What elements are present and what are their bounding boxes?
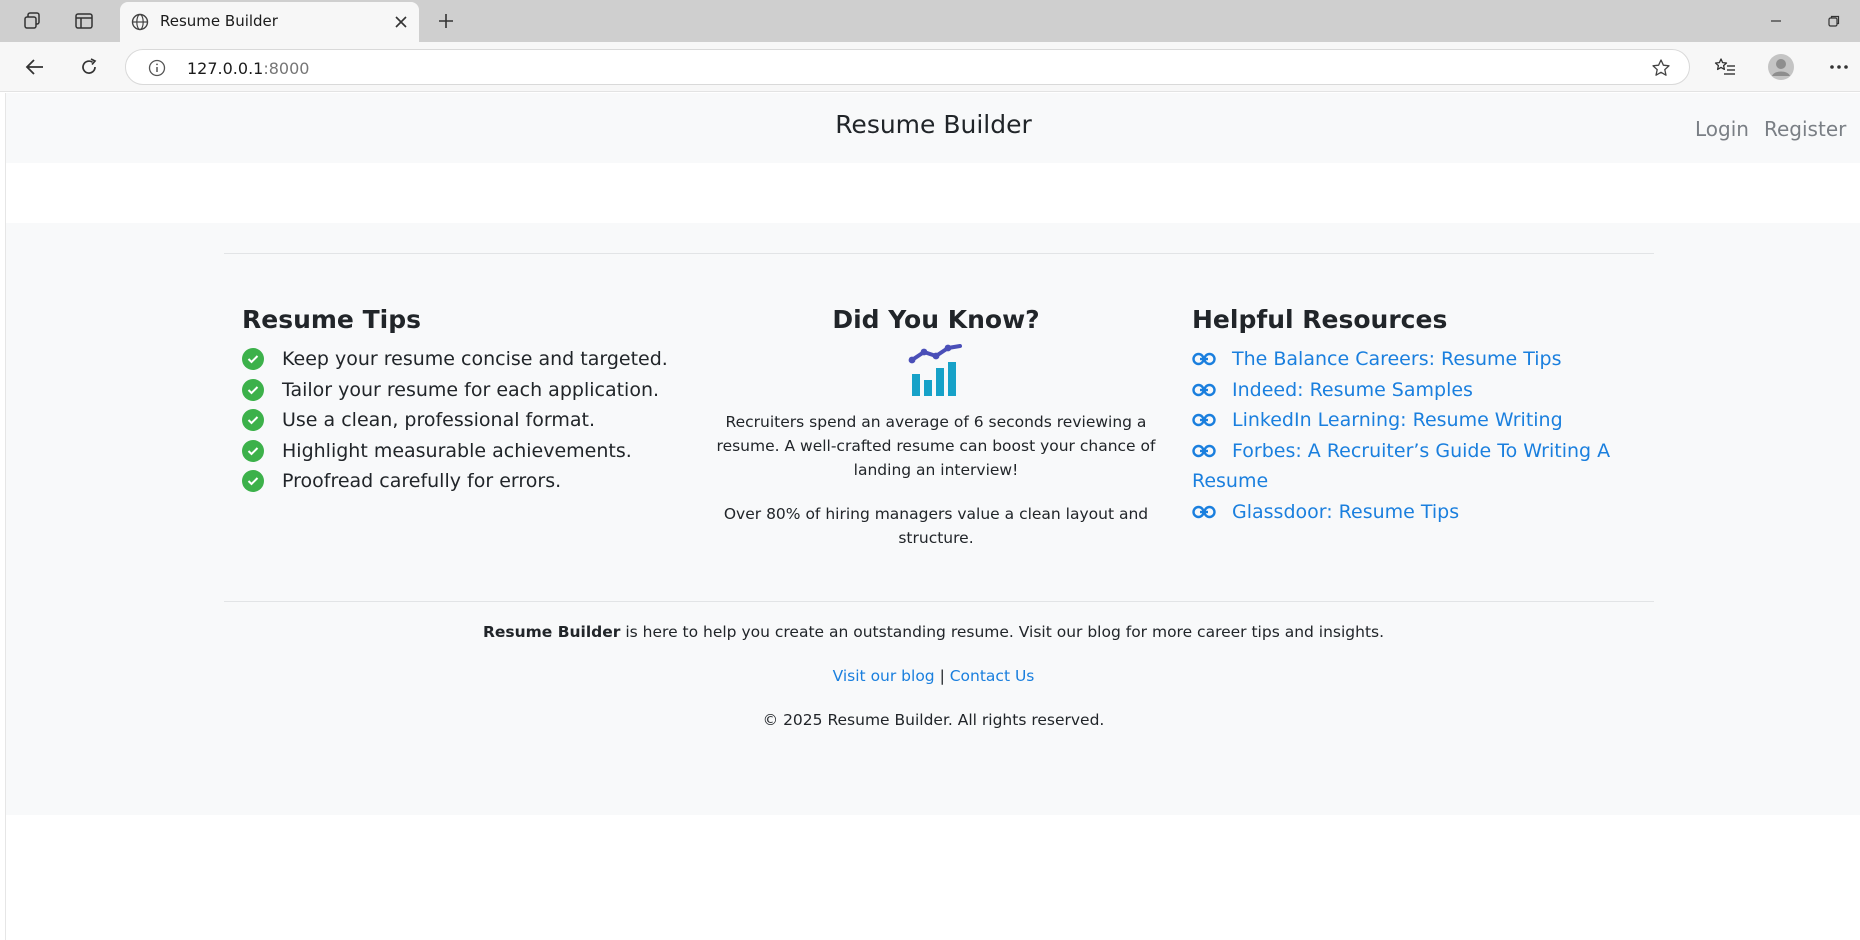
list-item: The Balance Careers: Resume Tips — [1192, 344, 1612, 375]
link-icon — [1192, 444, 1216, 457]
link-icon — [1192, 352, 1216, 366]
back-arrow-icon[interactable] — [20, 53, 50, 81]
site-brand[interactable]: Resume Builder — [835, 110, 1032, 139]
resource-link-label: LinkedIn Learning: Resume Writing — [1232, 409, 1563, 431]
did-you-know-title: Did You Know? — [832, 305, 1040, 334]
site-navbar: Resume Builder Login Register — [6, 93, 1860, 163]
resource-link-label: Glassdoor: Resume Tips — [1232, 500, 1460, 523]
profile-avatar-icon[interactable] — [1766, 53, 1796, 81]
list-item: Highlight measurable achievements. — [242, 436, 712, 467]
url-text[interactable]: 127.0.0.1:8000 — [187, 59, 309, 78]
minimize-icon[interactable] — [1756, 6, 1796, 36]
check-circle-icon — [242, 348, 264, 371]
favorite-star-icon[interactable] — [1649, 56, 1673, 80]
workspaces-icon[interactable] — [18, 8, 46, 34]
tab-title: Resume Builder — [160, 12, 278, 30]
list-item: Proofread carefully for errors. — [242, 466, 712, 497]
resource-link[interactable]: Indeed: Resume Samples — [1192, 379, 1473, 401]
more-options-icon[interactable] — [1824, 53, 1854, 81]
list-item: Forbes: A Recruiter’s Guide To Writing A… — [1192, 436, 1612, 497]
browser-tabstrip: Resume Builder — [0, 0, 1860, 42]
register-link[interactable]: Register — [1764, 117, 1846, 141]
resource-link[interactable]: The Balance Careers: Resume Tips — [1192, 348, 1562, 370]
list-item: Tailor your resume for each application. — [242, 375, 712, 406]
resource-link[interactable]: Glassdoor: Resume Tips — [1192, 501, 1459, 523]
tip-text: Keep your resume concise and targeted. — [282, 348, 668, 371]
resource-link-label: Indeed: Resume Samples — [1232, 378, 1473, 401]
tip-text: Highlight measurable achievements. — [282, 439, 632, 462]
resources-list: The Balance Careers: Resume Tips Indeed:… — [1192, 344, 1612, 527]
address-bar[interactable]: 127.0.0.1:8000 — [125, 49, 1690, 85]
site-info-icon[interactable] — [146, 57, 168, 79]
blog-link[interactable]: Visit our blog — [833, 667, 935, 685]
check-circle-icon — [242, 470, 264, 493]
tip-text: Use a clean, professional format. — [282, 409, 595, 432]
list-item: Use a clean, professional format. — [242, 405, 712, 436]
url-host: 127.0.0.1 — [187, 59, 264, 78]
tip-text: Tailor your resume for each application. — [282, 378, 660, 401]
footer-divider-top — [224, 253, 1654, 254]
tab-actions-icon[interactable] — [70, 8, 98, 34]
favorites-list-icon[interactable] — [1710, 53, 1740, 81]
did-you-know-section: Did You Know? Recruiters spend an averag… — [706, 305, 1166, 550]
resume-tips-title: Resume Tips — [242, 305, 421, 334]
footer-separator: | — [934, 667, 950, 685]
copyright-text: © 2025 Resume Builder. All rights reserv… — [762, 711, 1105, 729]
list-item: Glassdoor: Resume Tips — [1192, 497, 1612, 528]
resource-link-label: The Balance Careers: Resume Tips — [1232, 348, 1562, 370]
close-icon[interactable] — [389, 10, 413, 34]
resource-link-label: Forbes: A Recruiter’s Guide To Writing A… — [1192, 439, 1611, 493]
footer-about: Resume Builder is here to help you creat… — [6, 623, 1860, 641]
check-circle-icon — [242, 439, 264, 462]
resume-tips-list: Keep your resume concise and targeted. T… — [242, 344, 712, 497]
url-port: :8000 — [263, 59, 310, 78]
tip-text: Proofread carefully for errors. — [282, 470, 562, 493]
fact-text: Recruiters spend an average of 6 seconds… — [716, 413, 1156, 479]
page-viewport: Resume Builder Login Register Resume Tip… — [5, 93, 1860, 940]
resume-tips-section: Resume Tips Keep your resume concise and… — [242, 305, 712, 497]
list-item: LinkedIn Learning: Resume Writing — [1192, 405, 1612, 436]
contact-link[interactable]: Contact Us — [950, 667, 1035, 685]
list-item: Indeed: Resume Samples — [1192, 375, 1612, 406]
globe-icon — [128, 10, 152, 34]
footer-brand: Resume Builder — [482, 623, 621, 641]
browser-toolbar: 127.0.0.1:8000 — [0, 42, 1860, 92]
check-circle-icon — [242, 409, 264, 432]
link-icon — [1192, 505, 1216, 518]
helpful-resources-title: Helpful Resources — [1192, 305, 1448, 334]
resource-link[interactable]: Forbes: A Recruiter’s Guide To Writing A… — [1192, 440, 1610, 493]
footer-divider-bottom — [224, 601, 1654, 602]
refresh-icon[interactable] — [74, 53, 104, 81]
fact-text: Over 80% of hiring managers value a clea… — [723, 505, 1149, 547]
resource-link[interactable]: LinkedIn Learning: Resume Writing — [1192, 409, 1563, 431]
link-icon — [1192, 413, 1216, 427]
footer-links: Visit our blog | Contact Us — [6, 667, 1860, 685]
tab-resume-builder[interactable]: Resume Builder — [120, 2, 419, 42]
check-circle-icon — [242, 378, 264, 401]
footer-about-text: is here to help you create an outstandin… — [620, 623, 1385, 641]
login-link[interactable]: Login — [1695, 117, 1749, 141]
chart-growth-icon — [908, 344, 962, 396]
new-tab-icon[interactable] — [432, 8, 460, 34]
site-footer: Resume Tips Keep your resume concise and… — [6, 223, 1860, 815]
restore-icon[interactable] — [1814, 6, 1854, 36]
helpful-resources-section: Helpful Resources The Balance Careers: R… — [1192, 305, 1612, 527]
link-icon — [1192, 383, 1216, 396]
list-item: Keep your resume concise and targeted. — [242, 344, 712, 375]
